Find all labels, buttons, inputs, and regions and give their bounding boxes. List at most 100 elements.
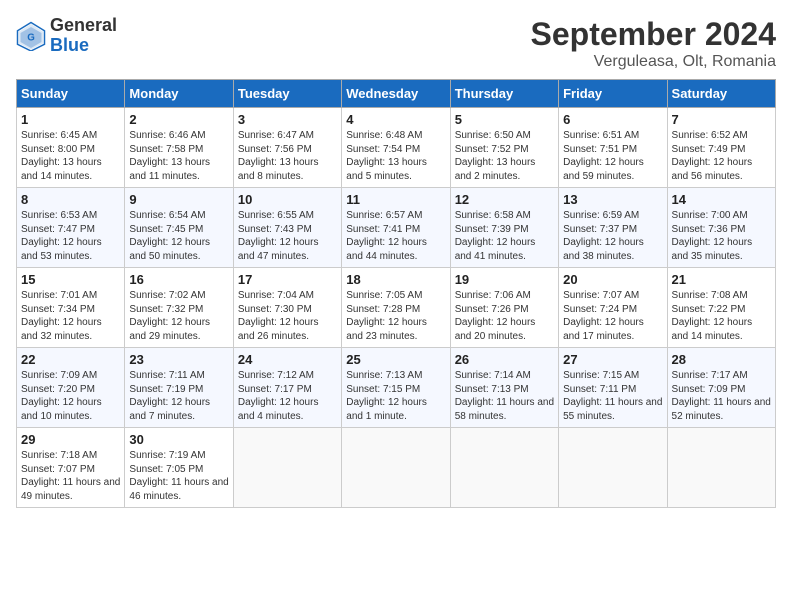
calendar-day-cell [233, 428, 341, 508]
day-info: Sunrise: 6:46 AMSunset: 7:58 PMDaylight:… [129, 129, 228, 183]
calendar-day-cell: 8 Sunrise: 6:53 AMSunset: 7:47 PMDaylight… [17, 188, 125, 268]
day-number: 29 [21, 432, 120, 447]
day-number: 20 [563, 272, 662, 287]
calendar-day-cell: 24Sunrise: 7:12 AMSunset: 7:17 PMDayligh… [233, 348, 341, 428]
calendar-day-cell: 27 Sunrise: 7:15 AMSunset: 7:11 PMDayligh… [559, 348, 667, 428]
day-number: 28 [672, 352, 771, 367]
page-header: G General Blue September 2024 Verguleasa… [16, 16, 776, 71]
day-number: 3 [238, 112, 337, 127]
day-info: Sunrise: 7:11 AMSunset: 7:19 PMDaylight:… [129, 369, 228, 423]
day-info: Sunrise: 7:06 AMSunset: 7:26 PMDaylight:… [455, 289, 554, 343]
day-info: Sunrise: 6:47 AMSunset: 7:56 PMDaylight:… [238, 129, 337, 183]
day-info: Sunrise: 6:45 AMSunset: 8:00 PMDaylight:… [21, 129, 120, 183]
calendar-day-cell: 3 Sunrise: 6:47 AMSunset: 7:56 PMDaylight… [233, 108, 341, 188]
calendar-day-cell: 4 Sunrise: 6:48 AMSunset: 7:54 PMDaylight… [342, 108, 450, 188]
weekday-header-friday: Friday [559, 80, 667, 108]
calendar-day-cell: 12Sunrise: 6:58 AMSunset: 7:39 PMDayligh… [450, 188, 558, 268]
day-info: Sunrise: 6:51 AMSunset: 7:51 PMDaylight:… [563, 129, 662, 183]
calendar-day-cell: 6 Sunrise: 6:51 AMSunset: 7:51 PMDaylight… [559, 108, 667, 188]
day-info: Sunrise: 6:55 AMSunset: 7:43 PMDaylight:… [238, 209, 337, 263]
weekday-header-tuesday: Tuesday [233, 80, 341, 108]
calendar-table: SundayMondayTuesdayWednesdayThursdayFrid… [16, 79, 776, 508]
calendar-day-cell: 30Sunrise: 7:19 AMSunset: 7:05 PMDayligh… [125, 428, 233, 508]
month-title: September 2024 [531, 16, 776, 53]
calendar-day-cell: 16Sunrise: 7:02 AMSunset: 7:32 PMDayligh… [125, 268, 233, 348]
day-number: 26 [455, 352, 554, 367]
weekday-header-wednesday: Wednesday [342, 80, 450, 108]
day-number: 8 [21, 192, 120, 207]
day-number: 4 [346, 112, 445, 127]
calendar-day-cell: 9 Sunrise: 6:54 AMSunset: 7:45 PMDaylight… [125, 188, 233, 268]
day-number: 6 [563, 112, 662, 127]
calendar-day-cell: 2 Sunrise: 6:46 AMSunset: 7:58 PMDaylight… [125, 108, 233, 188]
calendar-day-cell [667, 428, 775, 508]
day-number: 1 [21, 112, 120, 127]
day-info: Sunrise: 6:50 AMSunset: 7:52 PMDaylight:… [455, 129, 554, 183]
day-info: Sunrise: 7:19 AMSunset: 7:05 PMDaylight:… [129, 449, 228, 503]
day-info: Sunrise: 7:09 AMSunset: 7:20 PMDaylight:… [21, 369, 120, 423]
day-info: Sunrise: 6:48 AMSunset: 7:54 PMDaylight:… [346, 129, 445, 183]
calendar-day-cell: 17Sunrise: 7:04 AMSunset: 7:30 PMDayligh… [233, 268, 341, 348]
day-number: 10 [238, 192, 337, 207]
weekday-row: SundayMondayTuesdayWednesdayThursdayFrid… [17, 80, 776, 108]
calendar-week-row: 22 Sunrise: 7:09 AMSunset: 7:20 PMDayligh… [17, 348, 776, 428]
day-number: 18 [346, 272, 445, 287]
day-info: Sunrise: 6:58 AMSunset: 7:39 PMDaylight:… [455, 209, 554, 263]
weekday-header-saturday: Saturday [667, 80, 775, 108]
calendar-day-cell: 5 Sunrise: 6:50 AMSunset: 7:52 PMDaylight… [450, 108, 558, 188]
calendar-day-cell: 10 Sunrise: 6:55 AMSunset: 7:43 PMDayligh… [233, 188, 341, 268]
day-info: Sunrise: 7:07 AMSunset: 7:24 PMDaylight:… [563, 289, 662, 343]
day-number: 27 [563, 352, 662, 367]
day-number: 14 [672, 192, 771, 207]
logo-blue: Blue [50, 36, 117, 56]
day-number: 7 [672, 112, 771, 127]
day-number: 9 [129, 192, 228, 207]
weekday-header-sunday: Sunday [17, 80, 125, 108]
day-info: Sunrise: 7:13 AMSunset: 7:15 PMDaylight:… [346, 369, 445, 423]
calendar-body: 1 Sunrise: 6:45 AMSunset: 8:00 PMDaylight… [17, 108, 776, 508]
svg-text:G: G [27, 32, 35, 43]
calendar-day-cell: 13Sunrise: 6:59 AMSunset: 7:37 PMDayligh… [559, 188, 667, 268]
calendar-week-row: 1 Sunrise: 6:45 AMSunset: 8:00 PMDaylight… [17, 108, 776, 188]
calendar-day-cell: 21Sunrise: 7:08 AMSunset: 7:22 PMDayligh… [667, 268, 775, 348]
day-info: Sunrise: 7:18 AMSunset: 7:07 PMDaylight:… [21, 449, 120, 503]
calendar-week-row: 8 Sunrise: 6:53 AMSunset: 7:47 PMDaylight… [17, 188, 776, 268]
calendar-day-cell: 20 Sunrise: 7:07 AMSunset: 7:24 PMDayligh… [559, 268, 667, 348]
weekday-header-thursday: Thursday [450, 80, 558, 108]
day-number: 25 [346, 352, 445, 367]
calendar-day-cell: 7 Sunrise: 6:52 AMSunset: 7:49 PMDaylight… [667, 108, 775, 188]
day-info: Sunrise: 7:15 AMSunset: 7:11 PMDaylight:… [563, 369, 662, 423]
day-info: Sunrise: 7:00 AMSunset: 7:36 PMDaylight:… [672, 209, 771, 263]
calendar-day-cell: 22 Sunrise: 7:09 AMSunset: 7:20 PMDayligh… [17, 348, 125, 428]
calendar-week-row: 29 Sunrise: 7:18 AMSunset: 7:07 PMDayligh… [17, 428, 776, 508]
day-info: Sunrise: 7:17 AMSunset: 7:09 PMDaylight:… [672, 369, 771, 423]
day-number: 15 [21, 272, 120, 287]
title-block: September 2024 Verguleasa, Olt, Romania [531, 16, 776, 71]
calendar-day-cell [450, 428, 558, 508]
calendar-day-cell: 28 Sunrise: 7:17 AMSunset: 7:09 PMDayligh… [667, 348, 775, 428]
day-info: Sunrise: 6:52 AMSunset: 7:49 PMDaylight:… [672, 129, 771, 183]
day-info: Sunrise: 7:01 AMSunset: 7:34 PMDaylight:… [21, 289, 120, 343]
calendar-week-row: 15 Sunrise: 7:01 AMSunset: 7:34 PMDayligh… [17, 268, 776, 348]
calendar-day-cell: 19 Sunrise: 7:06 AMSunset: 7:26 PMDayligh… [450, 268, 558, 348]
weekday-header-monday: Monday [125, 80, 233, 108]
calendar-header: SundayMondayTuesdayWednesdayThursdayFrid… [17, 80, 776, 108]
calendar-day-cell: 26Sunrise: 7:14 AMSunset: 7:13 PMDayligh… [450, 348, 558, 428]
calendar-day-cell [559, 428, 667, 508]
calendar-day-cell: 1 Sunrise: 6:45 AMSunset: 8:00 PMDaylight… [17, 108, 125, 188]
day-number: 17 [238, 272, 337, 287]
day-number: 2 [129, 112, 228, 127]
day-number: 23 [129, 352, 228, 367]
location-subtitle: Verguleasa, Olt, Romania [531, 53, 776, 71]
day-info: Sunrise: 6:53 AMSunset: 7:47 PMDaylight:… [21, 209, 120, 263]
day-number: 21 [672, 272, 771, 287]
day-info: Sunrise: 7:05 AMSunset: 7:28 PMDaylight:… [346, 289, 445, 343]
calendar-day-cell: 15 Sunrise: 7:01 AMSunset: 7:34 PMDayligh… [17, 268, 125, 348]
day-number: 19 [455, 272, 554, 287]
day-number: 22 [21, 352, 120, 367]
day-info: Sunrise: 6:54 AMSunset: 7:45 PMDaylight:… [129, 209, 228, 263]
calendar-day-cell [342, 428, 450, 508]
day-number: 24 [238, 352, 337, 367]
day-number: 5 [455, 112, 554, 127]
day-info: Sunrise: 6:59 AMSunset: 7:37 PMDaylight:… [563, 209, 662, 263]
